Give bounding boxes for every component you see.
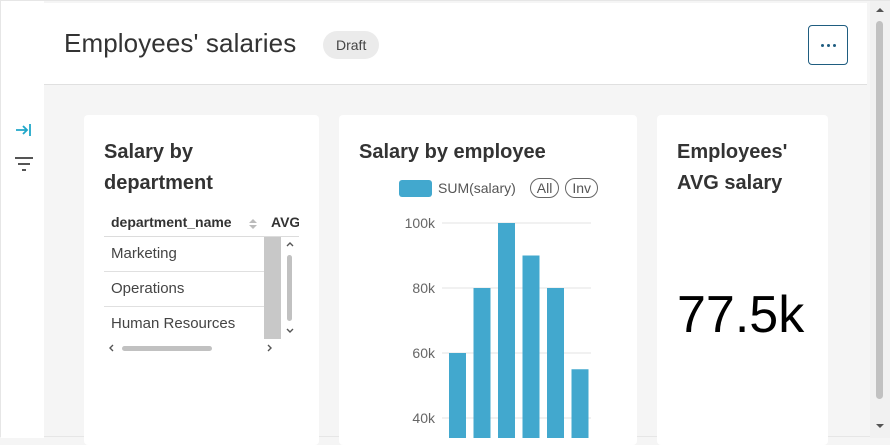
status-badge: Draft bbox=[323, 31, 380, 59]
y-tick-label: 80k bbox=[412, 280, 436, 296]
bar[interactable] bbox=[547, 288, 564, 438]
page-scroll-thumb[interactable] bbox=[876, 21, 883, 399]
table-header: department_name AVG bbox=[104, 207, 299, 237]
bar[interactable] bbox=[449, 353, 466, 438]
sort-icon[interactable] bbox=[248, 218, 258, 230]
table-row[interactable]: Human Resources bbox=[104, 307, 264, 342]
left-toolbar bbox=[1, 1, 44, 438]
scroll-up-icon[interactable] bbox=[875, 6, 885, 16]
legend-swatch[interactable] bbox=[399, 179, 432, 197]
department-card-title: Salary by department bbox=[104, 141, 213, 194]
more-dot-icon bbox=[820, 43, 824, 47]
avg-salary-value: 77.5k bbox=[677, 286, 805, 344]
employee-card-title: Salary by employee bbox=[359, 141, 546, 163]
legend-all-button[interactable]: All bbox=[529, 178, 560, 198]
table-horizontal-scrollbar[interactable] bbox=[104, 341, 279, 355]
legend-invert-button[interactable]: Inv bbox=[565, 178, 599, 198]
more-dot-icon bbox=[826, 43, 830, 47]
bar[interactable] bbox=[522, 255, 540, 439]
dashboard-title: Employees' salaries bbox=[64, 28, 297, 58]
avg-card-title: Employees' AVG salary bbox=[677, 141, 788, 194]
filter-icon[interactable] bbox=[13, 153, 35, 175]
table-vertical-scrollbar[interactable] bbox=[283, 237, 297, 339]
employee-card: Salary by employee SUM(salary) All Inv 1… bbox=[339, 115, 637, 445]
dashboard-header: Employees' salaries Draft bbox=[44, 3, 867, 85]
dashboard-frame: Employees' salaries Draft Salary by depa… bbox=[0, 0, 890, 445]
y-tick-label: 60k bbox=[412, 345, 436, 361]
table-value-column bbox=[264, 237, 281, 339]
department-card: Salary by department department_name AVG… bbox=[84, 115, 319, 445]
y-tick-label: 40k bbox=[412, 410, 436, 426]
table-row[interactable]: Marketing bbox=[104, 237, 264, 272]
y-tick-label: 100k bbox=[405, 215, 436, 231]
scroll-down-icon[interactable] bbox=[875, 421, 885, 431]
more-options-button[interactable] bbox=[808, 25, 848, 65]
bar[interactable] bbox=[498, 223, 515, 438]
bar[interactable] bbox=[571, 369, 589, 438]
avg-salary-card: Employees' AVG salary 77.5k bbox=[657, 115, 828, 445]
column-header-avg[interactable]: AVG bbox=[271, 214, 299, 230]
legend-label[interactable]: SUM(salary) bbox=[438, 180, 516, 196]
table-row[interactable]: Operations bbox=[104, 272, 264, 307]
expand-panel-icon[interactable] bbox=[13, 119, 35, 141]
bar[interactable] bbox=[473, 288, 491, 438]
column-header-department[interactable]: department_name bbox=[111, 214, 232, 230]
page-vertical-scrollbar[interactable] bbox=[870, 1, 890, 438]
more-dot-icon bbox=[832, 43, 836, 47]
salary-bar-chart: 100k 80k 60k 40k bbox=[405, 215, 591, 439]
chart-legend: SUM(salary) All Inv bbox=[399, 178, 604, 198]
